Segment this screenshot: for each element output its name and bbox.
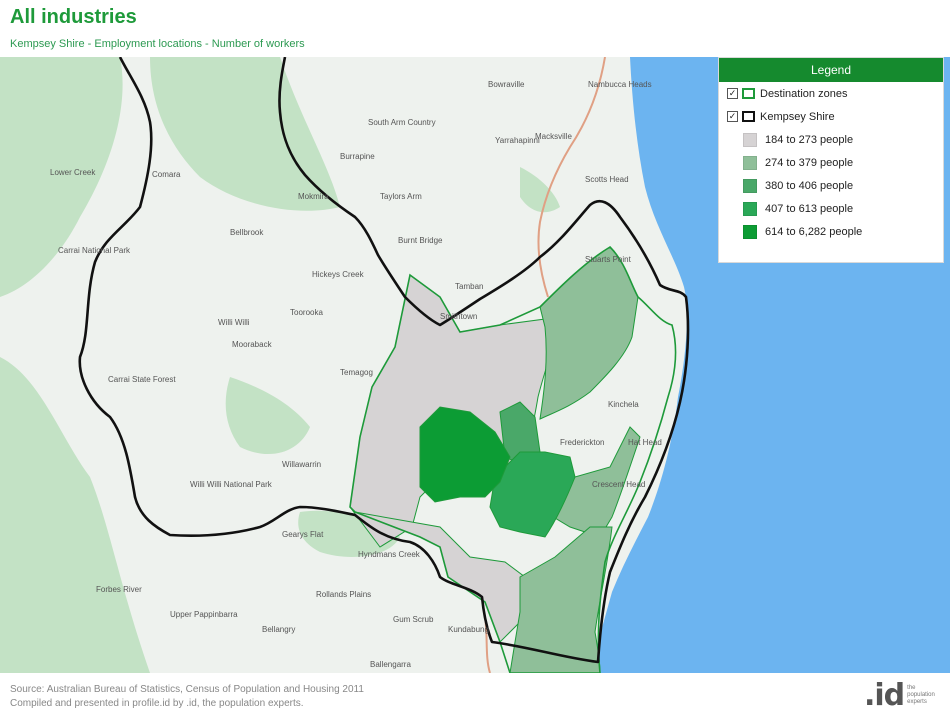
class-color-swatch bbox=[743, 201, 757, 216]
logo-tagline: the population experts bbox=[907, 684, 935, 705]
place-label: Hyndmans Creek bbox=[358, 550, 421, 559]
place-label: Taylors Arm bbox=[380, 192, 422, 201]
place-label: Rollands Plains bbox=[316, 590, 371, 599]
checkbox-icon[interactable]: ✓ bbox=[727, 111, 738, 122]
place-label: Bellbrook bbox=[230, 228, 264, 237]
place-label: Macksville bbox=[535, 132, 572, 141]
legend-class-item: 614 to 6,282 people bbox=[719, 220, 943, 243]
logo-text: .id bbox=[864, 677, 905, 713]
place-label: Hat Head bbox=[628, 438, 662, 447]
place-label: Gearys Flat bbox=[282, 530, 324, 539]
page-subtitle: Kempsey Shire - Employment locations - N… bbox=[10, 38, 305, 50]
place-label: Ballengarra bbox=[370, 660, 411, 669]
legend-class-label: 184 to 273 people bbox=[765, 133, 854, 146]
layer-outline-swatch bbox=[742, 111, 755, 122]
place-label: Nambucca Heads bbox=[588, 80, 652, 89]
legend-header: Legend bbox=[719, 58, 943, 82]
legend-class-item: 407 to 613 people bbox=[719, 197, 943, 220]
place-label: Willawarrin bbox=[282, 460, 321, 469]
place-label: Yarrahapinni bbox=[495, 136, 540, 145]
place-label: Forbes River bbox=[96, 585, 142, 594]
place-label: Hickeys Creek bbox=[312, 270, 365, 279]
legend-layer-label: Destination zones bbox=[760, 87, 848, 100]
legend-layer-kempsey-shire[interactable]: ✓ Kempsey Shire bbox=[719, 105, 943, 128]
place-label: Comara bbox=[152, 170, 181, 179]
id-logo[interactable]: .id the population experts bbox=[864, 676, 944, 714]
place-label: Lower Creek bbox=[50, 168, 96, 177]
legend-layer-destination-zones[interactable]: ✓ Destination zones bbox=[719, 82, 943, 105]
place-label: Tamban bbox=[455, 282, 483, 291]
place-label: Temagog bbox=[340, 368, 373, 377]
place-label: Kundabung bbox=[448, 625, 489, 634]
place-label: Burnt Bridge bbox=[398, 236, 443, 245]
checkbox-icon[interactable]: ✓ bbox=[727, 88, 738, 99]
legend-class-item: 274 to 379 people bbox=[719, 151, 943, 174]
footer-source: Source: Australian Bureau of Statistics,… bbox=[10, 684, 364, 695]
place-label: Bowraville bbox=[488, 80, 525, 89]
place-label: Willi Willi National Park bbox=[190, 480, 273, 489]
place-label: Mooraback bbox=[232, 340, 273, 349]
class-color-swatch bbox=[743, 132, 757, 147]
place-label: Smithtown bbox=[440, 312, 477, 321]
class-color-swatch bbox=[743, 178, 757, 193]
place-label: Bellangry bbox=[262, 625, 295, 634]
place-label: Scotts Head bbox=[585, 175, 629, 184]
place-label: Mokmira bbox=[298, 192, 329, 201]
legend-class-label: 274 to 379 people bbox=[765, 156, 854, 169]
map-legend: Legend ✓ Destination zones ✓ Kempsey Shi… bbox=[718, 57, 944, 263]
place-label: Carrai State Forest bbox=[108, 375, 176, 384]
layer-outline-swatch bbox=[742, 88, 755, 99]
class-color-swatch bbox=[743, 224, 757, 239]
legend-class-label: 407 to 613 people bbox=[765, 202, 854, 215]
place-label: Gum Scrub bbox=[393, 615, 434, 624]
place-label: Carrai National Park bbox=[58, 246, 131, 255]
legend-layer-label: Kempsey Shire bbox=[760, 110, 835, 123]
legend-class-item: 184 to 273 people bbox=[719, 128, 943, 151]
place-label: Willi Willi bbox=[218, 318, 250, 327]
place-label: Burrapine bbox=[340, 152, 375, 161]
place-label: Kinchela bbox=[608, 400, 639, 409]
legend-class-item: 380 to 406 people bbox=[719, 174, 943, 197]
class-color-swatch bbox=[743, 155, 757, 170]
place-label: Upper Pappinbarra bbox=[170, 610, 238, 619]
footer-compiled: Compiled and presented in profile.id by … bbox=[10, 698, 304, 709]
place-label: Toorooka bbox=[290, 308, 323, 317]
legend-class-label: 614 to 6,282 people bbox=[765, 225, 863, 238]
legend-class-label: 380 to 406 people bbox=[765, 179, 854, 192]
page-title: All industries bbox=[10, 6, 137, 28]
place-label: Stuarts Point bbox=[585, 255, 632, 264]
place-label: Frederickton bbox=[560, 438, 604, 447]
place-label: Crescent Head bbox=[592, 480, 645, 489]
place-label: South Arm Country bbox=[368, 118, 436, 127]
